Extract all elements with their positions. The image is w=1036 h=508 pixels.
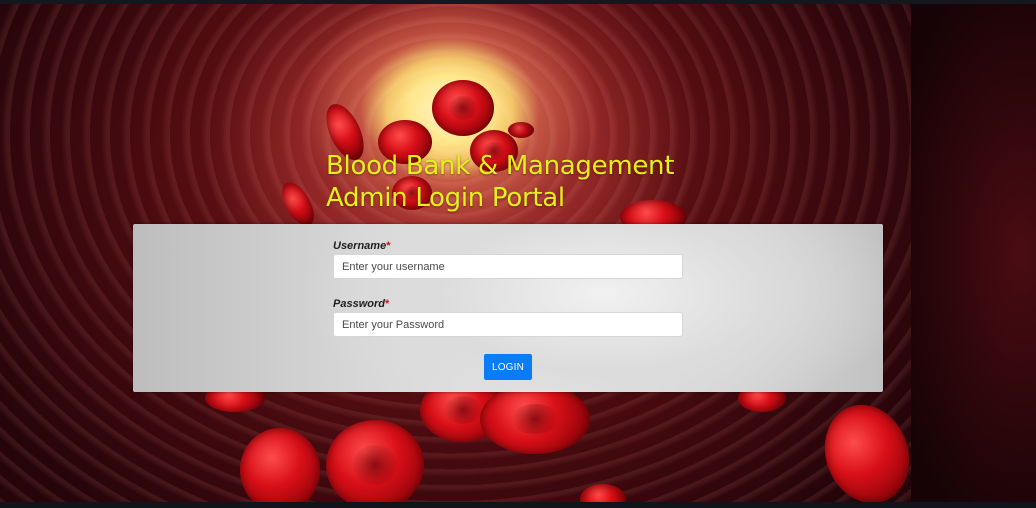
password-input[interactable] — [333, 312, 683, 337]
username-input[interactable] — [333, 254, 683, 279]
username-label: Username* — [333, 240, 391, 252]
page-title: Blood Bank & Management Admin Login Port… — [326, 150, 674, 214]
right-background-strip — [911, 4, 1036, 502]
page-title-line-1: Blood Bank & Management — [326, 151, 675, 181]
required-marker: * — [384, 298, 390, 310]
bottom-bar — [0, 502, 1036, 508]
login-button[interactable]: LOGIN — [484, 354, 532, 380]
page-title-line-2: Admin Login Portal — [326, 183, 565, 213]
login-form: Username* Password* LOGIN — [133, 224, 883, 392]
required-marker: * — [386, 240, 391, 252]
password-label: Password* — [333, 298, 390, 310]
